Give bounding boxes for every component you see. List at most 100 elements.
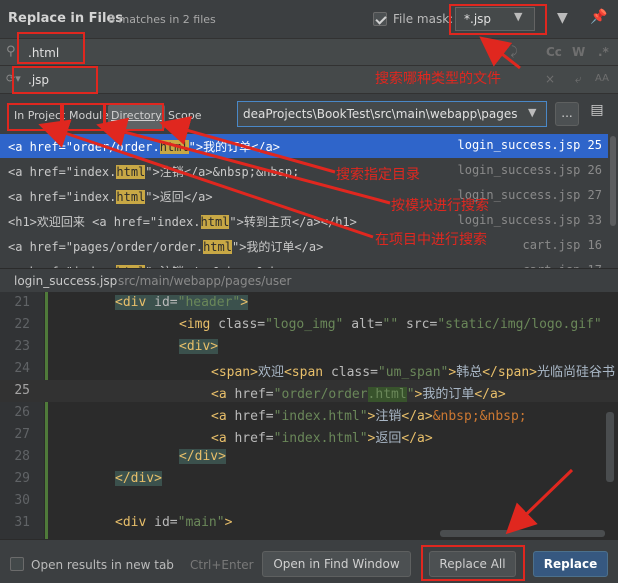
code-line: 22 <img class="logo_img" alt="" src="stat… — [0, 314, 618, 336]
code-text: <div id="header"> — [115, 295, 249, 310]
code-line: 30 — [0, 490, 618, 512]
directory-highlight — [104, 103, 164, 131]
result-match: html — [116, 165, 146, 179]
project-highlight — [7, 103, 62, 131]
code-preview[interactable]: 21 <div id="header"> 22 <img class="logo_im… — [0, 292, 618, 539]
scope-scope[interactable]: Scope — [165, 105, 205, 129]
line-number: 31 — [14, 515, 30, 530]
regex-toggle[interactable]: .* — [598, 45, 609, 59]
search-history-icons[interactable]: ⤶ ⤸ — [488, 44, 524, 59]
result-text-before: <a href="index. — [8, 165, 117, 179]
results-list[interactable]: <a href="order/order.html">我的订单</a> login… — [0, 134, 608, 268]
line-number: 21 — [14, 295, 30, 310]
result-row[interactable]: <a href="pages/order/order.html">我的订单</a… — [0, 234, 608, 258]
annotation-module: 按模块进行搜索 — [391, 198, 489, 214]
replace-all-highlight — [421, 545, 525, 581]
result-row[interactable]: <a href="index.html">返回</a> login_success… — [0, 184, 608, 208]
line-number: 28 — [14, 449, 30, 464]
result-match: html — [116, 190, 146, 204]
line-number: 29 — [14, 471, 30, 486]
line-number: 24 — [14, 361, 30, 376]
file-mask-highlight — [449, 4, 547, 35]
new-tab-checkbox[interactable] — [10, 557, 24, 571]
editor-scroll-thumb[interactable] — [606, 412, 614, 482]
preserve-case-toggle[interactable]: AA — [595, 73, 609, 84]
result-text-before: <a href="index. — [8, 190, 117, 204]
code-line: 24 <span>欢迎<span class="um_span">韩总</span… — [0, 358, 618, 380]
line-number: 25 — [14, 383, 30, 398]
result-match: html — [203, 240, 232, 254]
whole-words-toggle[interactable]: W — [572, 45, 585, 59]
recursive-folder-icon[interactable]: ▤ — [586, 102, 608, 126]
code-text: <a href="index.html">返回</a> — [211, 431, 433, 446]
code-line: 28 </div> — [0, 446, 618, 468]
pin-icon[interactable]: 📌 — [590, 9, 607, 25]
chevron-down-icon[interactable]: ▼ — [528, 106, 536, 119]
file-mask-label: File mask: — [393, 12, 454, 26]
result-text-after: ">我的订单</a> — [231, 240, 324, 254]
result-row[interactable]: <h1>欢迎回来 <a href="index.html">转到主页</a></… — [0, 209, 608, 233]
preview-file-path: src/main/webapp/pages/user — [118, 274, 292, 288]
module-highlight — [62, 103, 105, 131]
editor-hscroll-thumb[interactable] — [440, 530, 605, 537]
result-match: html — [200, 215, 230, 229]
code-text: <span>欢迎<span class="um_span">韩总</span>光… — [211, 365, 616, 380]
result-text-before: <a href="order/order. — [8, 140, 160, 154]
result-text: <a href="index.html">注销</a>&nbsp;&nbsp; — [8, 163, 299, 180]
code-line: 29 </div> — [0, 468, 618, 490]
code-line: 25 <a href="order/order.html">我的订单</a> — [0, 380, 618, 402]
result-text: <h1>欢迎回来 <a href="index.html">转到主页</a></… — [8, 213, 357, 230]
annotation-project: 在项目中进行搜索 — [375, 232, 487, 248]
line-number: 26 — [14, 405, 30, 420]
directory-path[interactable]: deaProjects\BookTest\src\main\webapp\pag… — [243, 107, 525, 121]
result-file-location: login_success.jsp 26 — [457, 163, 603, 177]
result-match: html — [159, 140, 189, 154]
result-text-after: ">返回</a> — [145, 190, 213, 204]
annotation-file-type: 搜索哪种类型的文件 — [375, 71, 501, 87]
search-field-row[interactable]: ⚲ .html ⤶ ⤸ Cc W .* — [0, 38, 618, 66]
result-row[interactable]: <a href="order/order.html">我的订单</a> login… — [0, 134, 608, 158]
result-file-location: login_success.jsp 33 — [457, 213, 603, 227]
result-text-after: ">我的订单</a> — [188, 140, 280, 154]
open-in-find-window-button[interactable]: Open in Find Window — [262, 551, 411, 577]
replace-history-icons[interactable]: × ⤶ — [545, 72, 590, 87]
match-count: 8 matches in 2 files — [108, 13, 216, 26]
result-text-before: <h1>欢迎回来 <a href="index. — [8, 215, 201, 229]
shortcut-hint: Ctrl+Enter — [190, 558, 254, 572]
dialog-footer: Open results in new tab Ctrl+Enter Open … — [0, 539, 618, 583]
filter-icon[interactable]: ▼ — [557, 10, 568, 26]
annotation-directory: 搜索指定目录 — [336, 167, 420, 183]
match-case-toggle[interactable]: Cc — [546, 45, 562, 59]
result-text: <a href="index.html">返回</a> — [8, 188, 213, 205]
code-line: 27 <a href="index.html">返回</a> — [0, 424, 618, 446]
result-text-before: <a href="pages/order/order. — [8, 240, 204, 254]
result-text: <a href="order/order.html">我的订单</a> — [8, 138, 280, 155]
line-number: 23 — [14, 339, 30, 354]
line-number: 30 — [14, 493, 30, 508]
result-row[interactable]: <a href="index.html">注销</a>&nbsp;&nbsp;c… — [0, 259, 608, 268]
code-text: <a href="order/order.html">我的订单</a> — [211, 387, 506, 402]
search-icon: ⚲ — [6, 44, 16, 59]
code-line: 26 <a href="index.html">注销</a>&nbsp;&nbsp… — [0, 402, 618, 424]
file-mask-checkbox[interactable] — [373, 12, 387, 26]
result-text: <a href="pages/order/order.html">我的订单</a… — [8, 238, 323, 255]
search-highlight — [17, 32, 85, 64]
code-text: </div> — [115, 471, 162, 486]
line-number: 27 — [14, 427, 30, 442]
result-file-location: login_success.jsp 25 — [457, 138, 603, 152]
replace-button[interactable]: Replace — [533, 551, 608, 577]
dialog-title: Replace in Files — [8, 11, 123, 26]
results-scroll-thumb[interactable] — [610, 136, 616, 226]
code-line: 21 <div id="header"> — [0, 292, 618, 314]
browse-button[interactable]: ... — [555, 102, 579, 126]
preview-file-name: login_success.jsp — [14, 274, 118, 288]
directory-path-combo[interactable]: deaProjects\BookTest\src\main\webapp\pag… — [237, 101, 547, 127]
result-row[interactable]: <a href="index.html">注销</a>&nbsp;&nbsp; l… — [0, 159, 608, 183]
new-tab-label[interactable]: Open results in new tab — [31, 558, 174, 572]
result-file-location: cart.jsp 16 — [522, 238, 602, 252]
result-text-after: ">注销</a>&nbsp;&nbsp; — [145, 165, 300, 179]
code-text: <div id="main"> — [115, 515, 233, 530]
line-number: 22 — [14, 317, 30, 332]
code-text: <div> — [179, 339, 219, 354]
code-text: </div> — [179, 449, 226, 464]
